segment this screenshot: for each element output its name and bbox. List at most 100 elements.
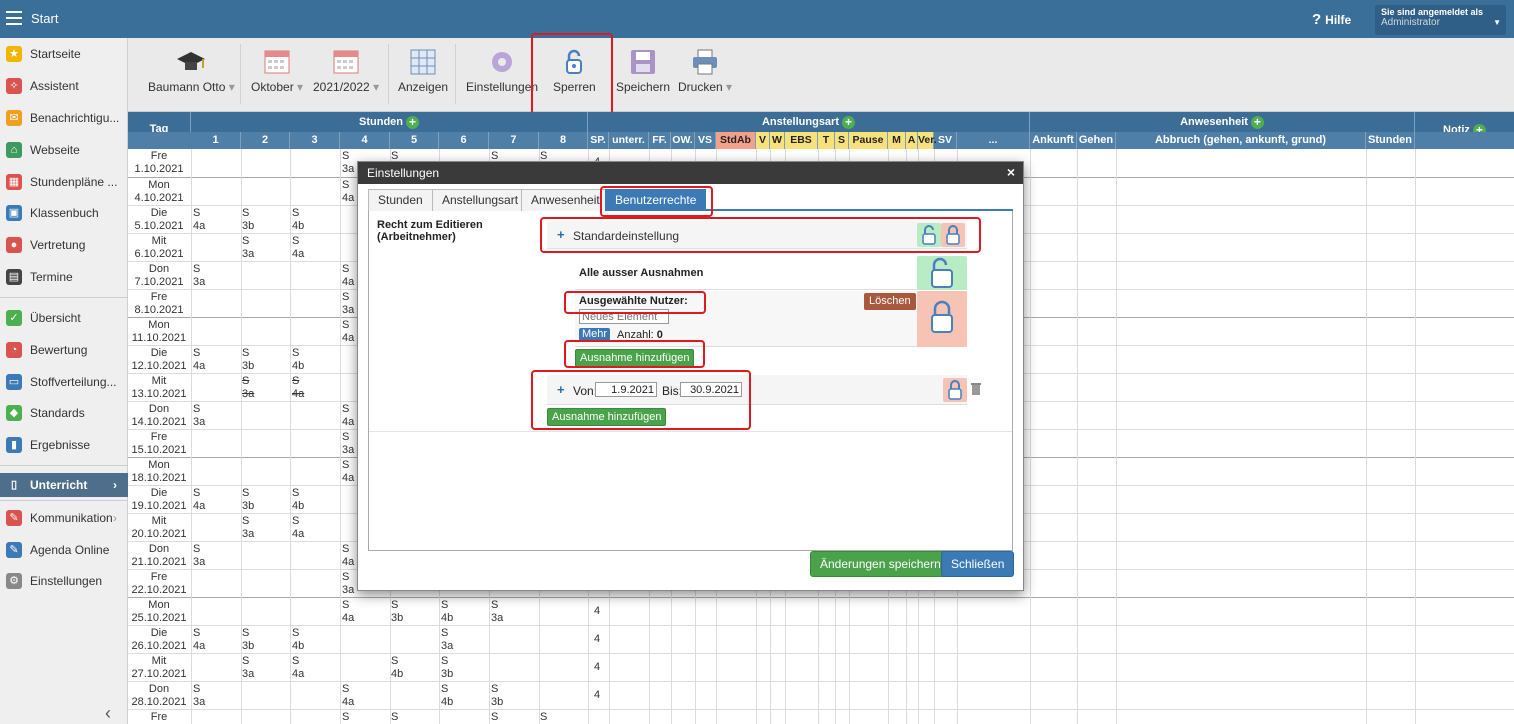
hamburger-menu-icon[interactable]: [6, 11, 22, 25]
lesson-cell[interactable]: S 3a: [193, 403, 237, 429]
help-link[interactable]: ? Hilfe: [1312, 11, 1351, 28]
add-stunden-icon[interactable]: +: [406, 115, 419, 129]
sidebar-item-benachrichtigu[interactable]: ✉ Benachrichtigu...: [0, 106, 128, 130]
user-menu[interactable]: Sie sind angemeldet als Administrator ▼: [1375, 5, 1506, 35]
sidebar-item-stoffverteilung[interactable]: ▭ Stoffverteilung...: [0, 370, 128, 394]
print-button[interactable]: Drucken ▾: [678, 48, 732, 94]
lesson-cell[interactable]: S 3b: [491, 683, 535, 709]
lesson-cell[interactable]: S 3b: [391, 599, 435, 625]
lesson-cell[interactable]: S: [491, 711, 535, 724]
shield-icon: ◆: [6, 405, 22, 421]
sidebar-item-stundenpläne[interactable]: ▦ Stundenpläne ...: [0, 170, 128, 194]
col-anstellung: SV: [934, 132, 957, 149]
weekday: Don: [148, 543, 170, 555]
sidebar-item-übersicht[interactable]: ✓ Übersicht: [0, 306, 128, 330]
year-select[interactable]: 2021/2022 ▾: [313, 48, 379, 94]
sidebar-item-kommunikation[interactable]: ✎ Kommunikation ›: [0, 506, 128, 530]
table-row[interactable]: Fre S S S S: [128, 710, 1514, 724]
lesson-cell[interactable]: S 3b: [242, 347, 286, 373]
lesson-cell[interactable]: S 4a: [193, 627, 237, 653]
lesson-cell[interactable]: S 4a: [292, 515, 336, 541]
lesson-cell[interactable]: S 4a: [292, 655, 336, 681]
lesson-cell[interactable]: S: [391, 711, 435, 724]
toolbar: Baumann Otto ▾ Oktober ▾ 2021/2022 ▾ Anz…: [128, 38, 1514, 112]
table-row[interactable]: Mit 27.10.2021 S 3a S 4a S 4b S 3b 4: [128, 654, 1514, 682]
teacher-select[interactable]: Baumann Otto ▾: [148, 48, 235, 94]
lesson-cell[interactable]: S 4a: [292, 235, 336, 261]
lesson-cell[interactable]: S 4b: [292, 347, 336, 373]
collapse-sidebar-icon[interactable]: ‹: [105, 703, 111, 724]
sidebar-item-einstellungen[interactable]: ⚙ Einstellungen: [0, 569, 128, 593]
sidebar-item-startseite[interactable]: ★ Startseite: [0, 42, 128, 66]
sidebar-item-assistent[interactable]: ✧ Assistent: [0, 74, 128, 98]
weekday: Mon: [148, 459, 170, 471]
sidebar-item-klassenbuch[interactable]: ▣ Klassenbuch: [0, 201, 128, 225]
show-label: Anzeigen: [398, 80, 449, 94]
alle-label: Alle ausser Ausnahmen: [579, 267, 704, 279]
tab-stunden[interactable]: Stunden: [368, 189, 433, 211]
sidebar-item-webseite[interactable]: ⌂ Webseite: [0, 138, 128, 162]
lesson-cell[interactable]: S 3a: [193, 543, 237, 569]
lesson-cell[interactable]: S 3b: [242, 207, 286, 233]
tab-anwesenheit[interactable]: Anwesenheit: [521, 189, 610, 211]
lesson-cell[interactable]: S 4a: [292, 375, 336, 401]
lesson-cell[interactable]: S 4b: [391, 655, 435, 681]
close-icon[interactable]: ×: [1007, 164, 1015, 180]
lesson-cell[interactable]: S 3a: [491, 599, 535, 625]
lesson-cell[interactable]: S 4a: [342, 599, 386, 625]
save-changes-button[interactable]: Änderungen speichern: [810, 551, 951, 577]
lesson-cell[interactable]: S 3a: [242, 375, 286, 401]
date: 7.10.2021: [134, 276, 184, 288]
lesson-cell[interactable]: S 4a: [342, 683, 386, 709]
sidebar-item-vertretung[interactable]: ● Vertretung: [0, 233, 128, 257]
sidebar-item-agenda-online[interactable]: ✎ Agenda Online: [0, 538, 128, 562]
lesson-cell[interactable]: S 4b: [292, 487, 336, 513]
alle-unlock[interactable]: [917, 256, 967, 290]
lesson-cell[interactable]: S 3b: [441, 655, 485, 681]
lesson-cell[interactable]: S 3a: [242, 655, 286, 681]
lesson-cell[interactable]: S 3a: [242, 515, 286, 541]
table-row[interactable]: Don 28.10.2021 S 3a S 4a S 4b S 3b 4: [128, 682, 1514, 710]
add-anwesenheit-icon[interactable]: +: [1250, 115, 1264, 129]
table-row[interactable]: Mon 25.10.2021 S 4a S 3b S 4b S 3a 4: [128, 598, 1514, 626]
help-label: Hilfe: [1325, 13, 1352, 27]
sidebar-item-ergebnisse[interactable]: ▮ Ergebnisse: [0, 433, 128, 457]
lesson-cell[interactable]: S: [342, 711, 386, 724]
sidebar-item-standards[interactable]: ◆ Standards: [0, 401, 128, 425]
sidebar-item-termine[interactable]: ▤ Termine: [0, 265, 128, 289]
show-button[interactable]: Anzeigen: [398, 48, 448, 94]
ausgewaehlte-lock[interactable]: [917, 291, 967, 347]
lesson-cell[interactable]: S 4b: [441, 683, 485, 709]
month-select[interactable]: Oktober ▾: [251, 48, 303, 94]
table-row[interactable]: Die 26.10.2021 S 4a S 3b S 4b S 3a 4: [128, 626, 1514, 654]
lesson-cell[interactable]: S 3b: [242, 627, 286, 653]
lesson-cell[interactable]: S 4a: [193, 487, 237, 513]
add-anstellung-icon[interactable]: +: [842, 115, 855, 129]
trash-icon[interactable]: [970, 381, 982, 395]
lesson-cell[interactable]: S 3b: [242, 487, 286, 513]
lesson-cell[interactable]: S 3a: [193, 683, 237, 709]
graduation-cap-icon: [176, 48, 206, 76]
col-lesson: 4: [340, 132, 390, 149]
lesson-cell[interactable]: S 4b: [441, 599, 485, 625]
lesson-cell[interactable]: S 4a: [193, 207, 237, 233]
lesson-cell[interactable]: S 4b: [292, 627, 336, 653]
lesson-cell[interactable]: S: [540, 711, 584, 724]
close-button[interactable]: Schließen: [941, 551, 1015, 577]
sidebar-item-unterricht[interactable]: ▯ Unterricht ›: [0, 473, 128, 497]
loeschen-button[interactable]: Löschen: [864, 293, 916, 310]
tab-anstellungsart[interactable]: Anstellungsart: [432, 189, 529, 211]
sidebar-item-bewertung[interactable]: ◔ Bewertung: [0, 338, 128, 362]
lesson-cell[interactable]: S 4b: [292, 207, 336, 233]
date: 18.10.2021: [131, 472, 187, 484]
date: 13.10.2021: [131, 388, 187, 400]
open-book-icon: ▯: [10, 479, 18, 491]
range-lock[interactable]: [943, 378, 967, 402]
weekday: Die: [150, 207, 168, 219]
lesson-cell[interactable]: S 4a: [193, 347, 237, 373]
lesson-cell[interactable]: S 3a: [193, 263, 237, 289]
settings-button[interactable]: Einstellungen: [466, 48, 538, 94]
save-button[interactable]: Speichern: [616, 48, 670, 94]
lesson-cell[interactable]: S 3a: [441, 627, 485, 653]
lesson-cell[interactable]: S 3a: [242, 235, 286, 261]
